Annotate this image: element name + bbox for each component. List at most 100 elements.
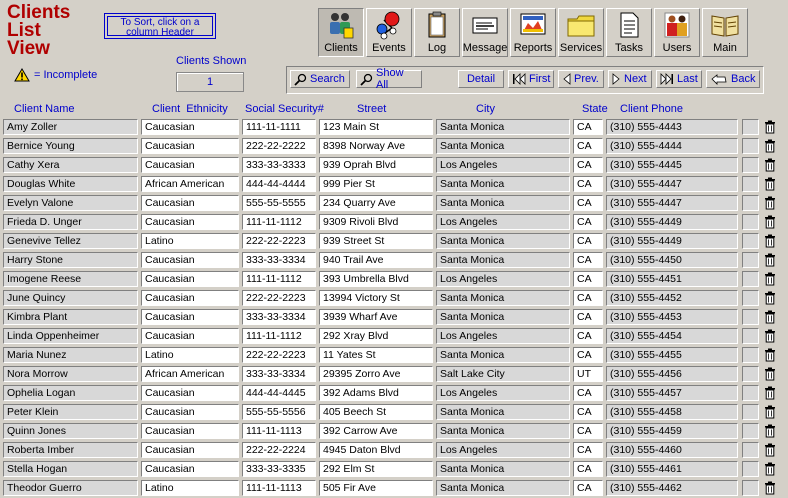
- table-row[interactable]: Roberta Imber Caucasian 222-22-2224 4945 Da…: [0, 441, 788, 460]
- ssn-cell[interactable]: 222-22-2222: [242, 138, 316, 154]
- city-cell[interactable]: Santa Monica: [436, 461, 570, 477]
- ssn-cell[interactable]: 111-11-1112: [242, 214, 316, 230]
- city-cell[interactable]: Los Angeles: [436, 214, 570, 230]
- street-cell[interactable]: 939 Oprah Blvd: [319, 157, 433, 173]
- trash-icon[interactable]: [764, 462, 776, 476]
- phone-cell[interactable]: (310) 555-4453: [606, 309, 738, 325]
- ssn-cell[interactable]: 444-44-4445: [242, 385, 316, 401]
- state-cell[interactable]: CA: [573, 138, 603, 154]
- trash-icon[interactable]: [764, 139, 776, 153]
- trash-icon[interactable]: [764, 386, 776, 400]
- client-name-cell[interactable]: Imogene Reese: [3, 271, 138, 287]
- state-cell[interactable]: CA: [573, 309, 603, 325]
- state-cell[interactable]: CA: [573, 385, 603, 401]
- trash-icon[interactable]: [764, 367, 776, 381]
- trash-icon[interactable]: [764, 158, 776, 172]
- city-cell[interactable]: Santa Monica: [436, 195, 570, 211]
- table-row[interactable]: Kimbra Plant Caucasian 333-33-3334 3939 Wha…: [0, 308, 788, 327]
- table-row[interactable]: Douglas White African American 444-44-4444…: [0, 175, 788, 194]
- state-cell[interactable]: CA: [573, 271, 603, 287]
- state-cell[interactable]: CA: [573, 119, 603, 135]
- column-header-ethnicity[interactable]: Client Ethnicity: [152, 103, 228, 115]
- ssn-cell[interactable]: 555-55-5556: [242, 404, 316, 420]
- phone-cell[interactable]: (310) 555-4450: [606, 252, 738, 268]
- ethnicity-cell[interactable]: Caucasian: [141, 252, 239, 268]
- state-cell[interactable]: UT: [573, 366, 603, 382]
- state-cell[interactable]: CA: [573, 480, 603, 496]
- city-cell[interactable]: Santa Monica: [436, 138, 570, 154]
- state-cell[interactable]: CA: [573, 290, 603, 306]
- ethnicity-cell[interactable]: Latino: [141, 347, 239, 363]
- street-cell[interactable]: 940 Trail Ave: [319, 252, 433, 268]
- street-cell[interactable]: 392 Carrow Ave: [319, 423, 433, 439]
- ethnicity-cell[interactable]: Caucasian: [141, 309, 239, 325]
- search-button[interactable]: Search: [290, 70, 350, 88]
- table-row[interactable]: Ophelia Logan Caucasian 444-44-4445 392 Ada…: [0, 384, 788, 403]
- client-name-cell[interactable]: Bernice Young: [3, 138, 138, 154]
- trash-icon[interactable]: [764, 424, 776, 438]
- message-button[interactable]: Message: [462, 8, 508, 57]
- next-button[interactable]: Next: [608, 70, 652, 88]
- column-header-street[interactable]: Street: [357, 103, 386, 115]
- client-name-cell[interactable]: Quinn Jones: [3, 423, 138, 439]
- services-button[interactable]: Services: [558, 8, 604, 57]
- client-name-cell[interactable]: Evelyn Valone: [3, 195, 138, 211]
- ssn-cell[interactable]: 222-22-2223: [242, 290, 316, 306]
- trash-icon[interactable]: [764, 253, 776, 267]
- street-cell[interactable]: 999 Pier St: [319, 176, 433, 192]
- table-row[interactable]: Cathy Xera Caucasian 333-33-3333 939 Oprah …: [0, 156, 788, 175]
- state-cell[interactable]: CA: [573, 423, 603, 439]
- phone-cell[interactable]: (310) 555-4447: [606, 176, 738, 192]
- trash-icon[interactable]: [764, 215, 776, 229]
- events-button[interactable]: Events: [366, 8, 412, 57]
- ssn-cell[interactable]: 111-11-1112: [242, 328, 316, 344]
- street-cell[interactable]: 292 Xray Blvd: [319, 328, 433, 344]
- city-cell[interactable]: Santa Monica: [436, 290, 570, 306]
- users-button[interactable]: Users: [654, 8, 700, 57]
- ethnicity-cell[interactable]: African American: [141, 366, 239, 382]
- client-name-cell[interactable]: Genevive Tellez: [3, 233, 138, 249]
- ethnicity-cell[interactable]: Caucasian: [141, 442, 239, 458]
- ethnicity-cell[interactable]: Caucasian: [141, 119, 239, 135]
- ethnicity-cell[interactable]: Caucasian: [141, 404, 239, 420]
- detail-button[interactable]: Detail: [458, 70, 504, 88]
- street-cell[interactable]: 11 Yates St: [319, 347, 433, 363]
- ethnicity-cell[interactable]: Caucasian: [141, 461, 239, 477]
- phone-cell[interactable]: (310) 555-4443: [606, 119, 738, 135]
- street-cell[interactable]: 9309 Rivoli Blvd: [319, 214, 433, 230]
- table-row[interactable]: Genevive Tellez Latino 222-22-2223 939 Stre…: [0, 232, 788, 251]
- table-row[interactable]: Amy Zoller Caucasian 111-11-1111 123 Main S…: [0, 118, 788, 137]
- trash-icon[interactable]: [764, 272, 776, 286]
- client-name-cell[interactable]: Linda Oppenheimer: [3, 328, 138, 344]
- street-cell[interactable]: 3939 Wharf Ave: [319, 309, 433, 325]
- trash-icon[interactable]: [764, 291, 776, 305]
- phone-cell[interactable]: (310) 555-4461: [606, 461, 738, 477]
- ssn-cell[interactable]: 111-11-1113: [242, 480, 316, 496]
- city-cell[interactable]: Salt Lake City: [436, 366, 570, 382]
- table-row[interactable]: Nora Morrow African American 333-33-3334 29…: [0, 365, 788, 384]
- table-row[interactable]: Bernice Young Caucasian 222-22-2222 8398 No…: [0, 137, 788, 156]
- ethnicity-cell[interactable]: Caucasian: [141, 271, 239, 287]
- prev-button[interactable]: Prev.: [558, 70, 604, 88]
- city-cell[interactable]: Santa Monica: [436, 233, 570, 249]
- client-name-cell[interactable]: Kimbra Plant: [3, 309, 138, 325]
- client-name-cell[interactable]: June Quincy: [3, 290, 138, 306]
- ethnicity-cell[interactable]: Caucasian: [141, 138, 239, 154]
- street-cell[interactable]: 393 Umbrella Blvd: [319, 271, 433, 287]
- ethnicity-cell[interactable]: Caucasian: [141, 385, 239, 401]
- city-cell[interactable]: Santa Monica: [436, 480, 570, 496]
- ethnicity-cell[interactable]: Caucasian: [141, 157, 239, 173]
- table-row[interactable]: Evelyn Valone Caucasian 555-55-5555 234 Qua…: [0, 194, 788, 213]
- ssn-cell[interactable]: 333-33-3333: [242, 157, 316, 173]
- state-cell[interactable]: CA: [573, 347, 603, 363]
- city-cell[interactable]: Santa Monica: [436, 119, 570, 135]
- phone-cell[interactable]: (310) 555-4460: [606, 442, 738, 458]
- city-cell[interactable]: Santa Monica: [436, 252, 570, 268]
- client-name-cell[interactable]: Cathy Xera: [3, 157, 138, 173]
- client-name-cell[interactable]: Maria Nunez: [3, 347, 138, 363]
- street-cell[interactable]: 292 Elm St: [319, 461, 433, 477]
- phone-cell[interactable]: (310) 555-4458: [606, 404, 738, 420]
- street-cell[interactable]: 123 Main St: [319, 119, 433, 135]
- ssn-cell[interactable]: 111-11-1112: [242, 271, 316, 287]
- column-header-city[interactable]: City: [476, 103, 495, 115]
